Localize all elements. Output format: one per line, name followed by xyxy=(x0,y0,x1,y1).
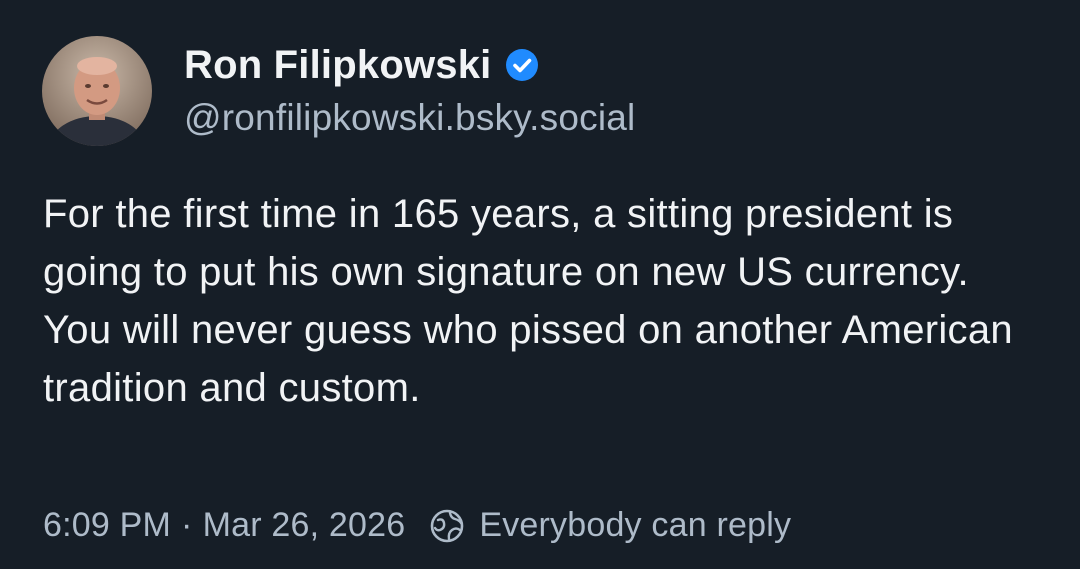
post-meta: 6:09 PM · Mar 26, 2026 Everybody can rep… xyxy=(43,506,791,545)
post-header: Ron Filipkowski @ronfilipkowski.bsky.soc… xyxy=(42,36,635,146)
meta-separator: · xyxy=(181,506,193,544)
post-text: For the first time in 165 years, a sitti… xyxy=(43,192,1013,410)
post-card: Ron Filipkowski @ronfilipkowski.bsky.soc… xyxy=(0,0,1080,569)
author-identity: Ron Filipkowski @ronfilipkowski.bsky.soc… xyxy=(184,39,635,139)
name-row: Ron Filipkowski xyxy=(184,39,635,91)
post-time[interactable]: 6:09 PM xyxy=(43,506,171,545)
verified-badge-icon[interactable] xyxy=(505,48,539,82)
reply-setting[interactable]: Everybody can reply xyxy=(479,506,791,545)
globe-icon xyxy=(429,508,465,544)
post-date[interactable]: Mar 26, 2026 xyxy=(203,506,406,545)
avatar[interactable] xyxy=(42,36,152,146)
author-handle[interactable]: @ronfilipkowski.bsky.social xyxy=(184,97,635,139)
profile-photo xyxy=(42,36,152,146)
author-display-name[interactable]: Ron Filipkowski xyxy=(184,43,491,88)
